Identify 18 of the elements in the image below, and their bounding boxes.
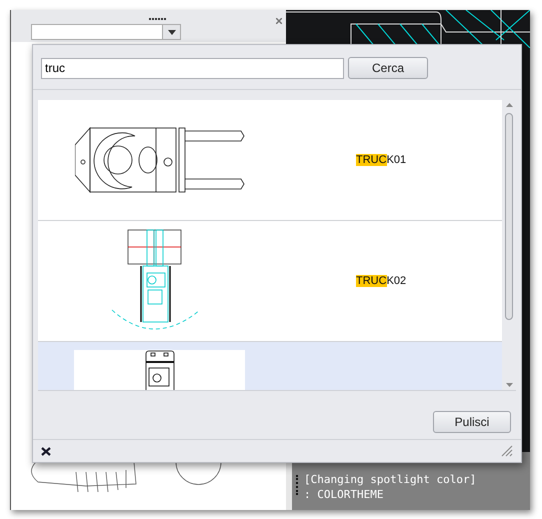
search-button[interactable]: Cerca <box>348 57 428 79</box>
search-field[interactable]: truc <box>41 58 344 78</box>
result-name: TRUCK02 <box>356 274 406 289</box>
scroll-down-icon <box>506 383 512 387</box>
command-line-text: : COLORTHEME <box>304 487 384 502</box>
resize-grip-icon[interactable] <box>501 445 513 457</box>
clear-button[interactable]: Pulisci <box>433 411 511 433</box>
forklift-drawing <box>144 350 174 390</box>
scrollbar[interactable] <box>502 100 516 390</box>
dropdown-button[interactable] <box>162 25 180 39</box>
caret-icon <box>168 30 176 34</box>
close-icon[interactable] <box>41 446 51 456</box>
scroll-thumb[interactable] <box>505 113 513 320</box>
command-line-text: [Changing spotlight color] <box>304 472 476 487</box>
result-row[interactable]: TRUCK01 <box>38 100 502 221</box>
result-row[interactable]: TRUCK02 <box>38 221 502 342</box>
result-name: TRUCK01 <box>356 152 406 168</box>
scroll-up-icon <box>506 103 512 107</box>
